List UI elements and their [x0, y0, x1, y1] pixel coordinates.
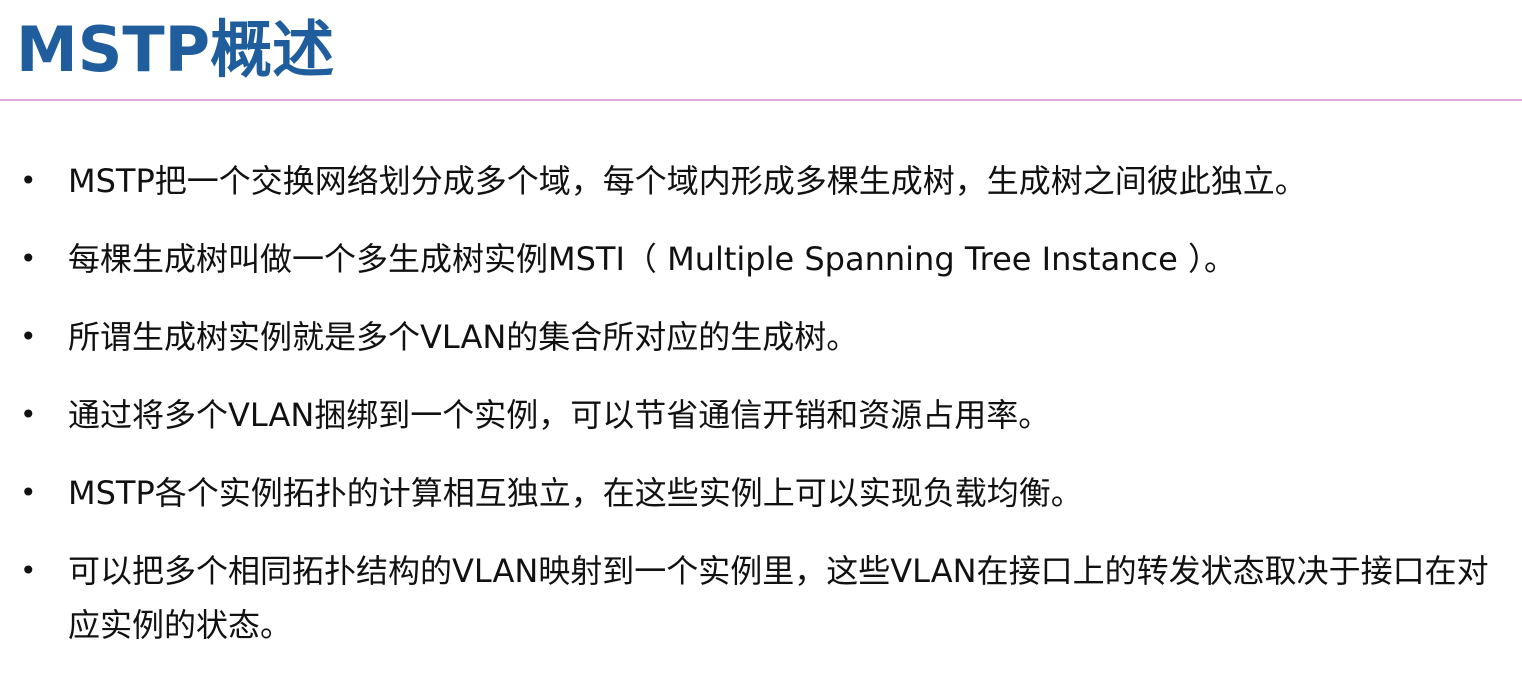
bullet-icon: •	[20, 320, 37, 353]
slide-title: MSTP概述	[16, 13, 335, 86]
title-divider	[0, 99, 1522, 101]
bullet-item: • MSTP把一个交换网络划分成多个域，每个域内形成多棵生成树，生成树之间彼此独…	[0, 154, 1522, 208]
bullet-item: • 所谓生成树实例就是多个VLAN的集合所对应的生成树。	[0, 310, 1522, 364]
bullet-text: MSTP把一个交换网络划分成多个域，每个域内形成多棵生成树，生成树之间彼此独立。	[68, 162, 1307, 200]
bullet-item: • 可以把多个相同拓扑结构的VLAN映射到一个实例里，这些VLAN在接口上的转发…	[0, 544, 1522, 652]
bullet-icon: •	[20, 242, 37, 275]
bullet-icon: •	[20, 398, 37, 431]
bullet-icon: •	[20, 554, 37, 587]
bullet-item: • 通过将多个VLAN捆绑到一个实例，可以节省通信开销和资源占用率。	[0, 388, 1522, 442]
bullet-text: MSTP各个实例拓扑的计算相互独立，在这些实例上可以实现负载均衡。	[68, 474, 1083, 512]
bullet-text: 每棵生成树叫做一个多生成树实例MSTI（ Multiple Spanning T…	[68, 240, 1236, 278]
bullet-list: • MSTP把一个交换网络划分成多个域，每个域内形成多棵生成树，生成树之间彼此独…	[0, 154, 1522, 676]
bullet-icon: •	[20, 164, 37, 197]
bullet-icon: •	[20, 476, 37, 509]
bullet-text: 通过将多个VLAN捆绑到一个实例，可以节省通信开销和资源占用率。	[68, 396, 1051, 434]
bullet-text: 可以把多个相同拓扑结构的VLAN映射到一个实例里，这些VLAN在接口上的转发状态…	[68, 552, 1489, 644]
bullet-item: • 每棵生成树叫做一个多生成树实例MSTI（ Multiple Spanning…	[0, 232, 1522, 286]
bullet-text: 所谓生成树实例就是多个VLAN的集合所对应的生成树。	[68, 318, 859, 356]
bullet-item: • MSTP各个实例拓扑的计算相互独立，在这些实例上可以实现负载均衡。	[0, 466, 1522, 520]
